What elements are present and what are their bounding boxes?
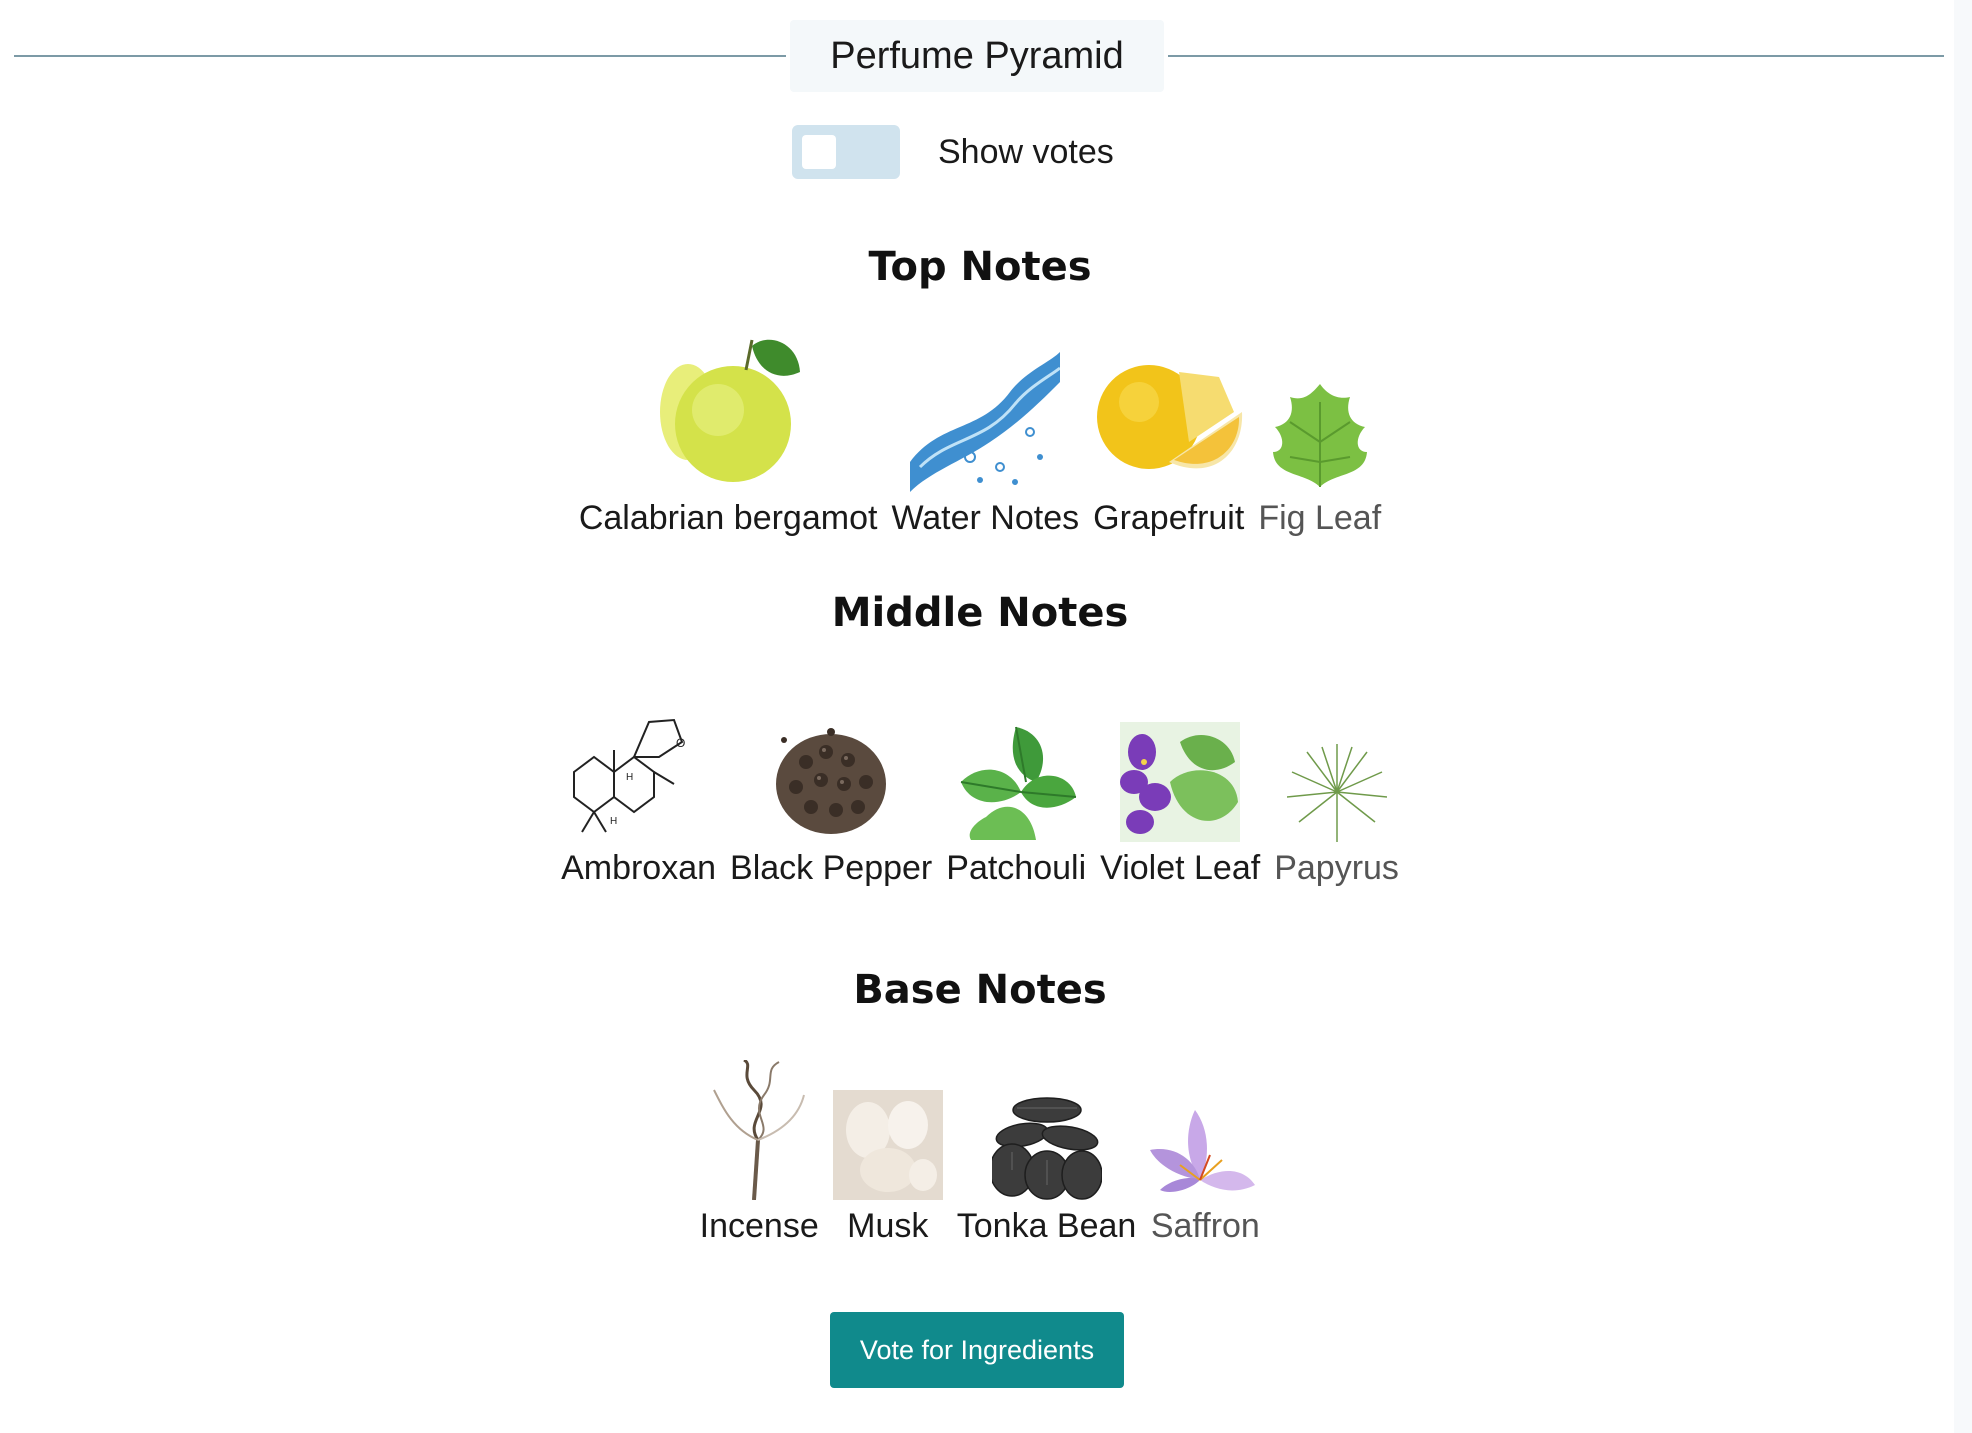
top-notes-row: Calabrian bergamot Water Notes Grapefrui… [0,332,1960,538]
svg-text:O: O [676,736,685,750]
tonka-bean-icon [991,1097,1102,1200]
title-divider-left [14,55,786,57]
violet-flower-icon [1120,722,1241,842]
note-incense[interactable]: Incense [693,1060,826,1246]
page-title: Perfume Pyramid [790,20,1164,92]
incense-smoke-icon [713,1060,806,1200]
black-pepper-icon [776,728,887,834]
note-label: Tonka Bean [956,1207,1137,1245]
note-label: Calabrian bergamot [578,499,878,537]
note-label: Fig Leaf [1258,499,1382,537]
note-water-notes[interactable]: Water Notes [884,342,1086,538]
note-saffron[interactable]: Saffron [1143,1110,1267,1246]
note-patchouli[interactable]: Patchouli [939,722,1093,888]
top-notes-heading: Top Notes [868,244,1092,290]
note-label: Papyrus [1274,849,1399,887]
note-calabrian-bergamot[interactable]: Calabrian bergamot [572,332,885,538]
note-ambroxan[interactable]: O H H Ambroxan [554,712,723,888]
toggle-knob [802,135,836,169]
grapefruit-icon [1096,365,1242,469]
vote-for-ingredients-button[interactable]: Vote for Ingredients [830,1312,1124,1388]
svg-text:H: H [626,772,633,783]
patchouli-leaf-icon [961,726,1077,840]
note-label: Musk [847,1207,929,1245]
saffron-flower-icon [1150,1110,1256,1192]
title-row: Perfume Pyramid [14,20,1944,92]
base-notes-row: Incense Musk Tonka Bean Saffron [0,1060,1960,1246]
note-papyrus[interactable]: Papyrus [1267,742,1406,888]
base-notes-heading: Base Notes [853,967,1107,1013]
note-label: Patchouli [946,849,1087,887]
papyrus-plant-icon [1286,744,1387,842]
note-label: Black Pepper [730,849,933,887]
show-votes-toggle[interactable] [792,125,900,179]
note-label: Grapefruit [1093,499,1245,537]
molecule-structure-icon: O H H [572,718,685,833]
show-votes-control: Show votes [792,124,1114,180]
title-divider-right [1168,55,1944,57]
bergamot-icon [660,339,801,482]
note-label: Ambroxan [561,849,717,887]
water-splash-icon [910,352,1061,492]
note-label: Incense [699,1207,819,1245]
perfume-pyramid-page: Perfume Pyramid Show votes Top Notes Cal… [0,0,1972,1433]
note-label: Violet Leaf [1100,849,1261,887]
note-tonka-bean[interactable]: Tonka Bean [950,1090,1144,1246]
middle-notes-heading: Middle Notes [831,590,1129,636]
note-fig-leaf[interactable]: Fig Leaf [1251,382,1388,538]
musk-icon [832,1090,943,1200]
note-musk[interactable]: Musk [826,1090,950,1246]
fig-leaf-icon [1272,384,1367,487]
note-violet-leaf[interactable]: Violet Leaf [1093,722,1267,888]
note-label: Saffron [1150,1207,1260,1245]
middle-notes-row: O H H Ambroxan Black Pepper Patchouli Vi… [0,712,1960,888]
note-label: Water Notes [891,499,1080,537]
svg-text:H: H [610,816,617,827]
scroll-edge [1954,0,1972,1433]
note-black-pepper[interactable]: Black Pepper [723,712,939,888]
show-votes-label: Show votes [938,132,1114,171]
note-grapefruit[interactable]: Grapefruit [1086,352,1251,538]
